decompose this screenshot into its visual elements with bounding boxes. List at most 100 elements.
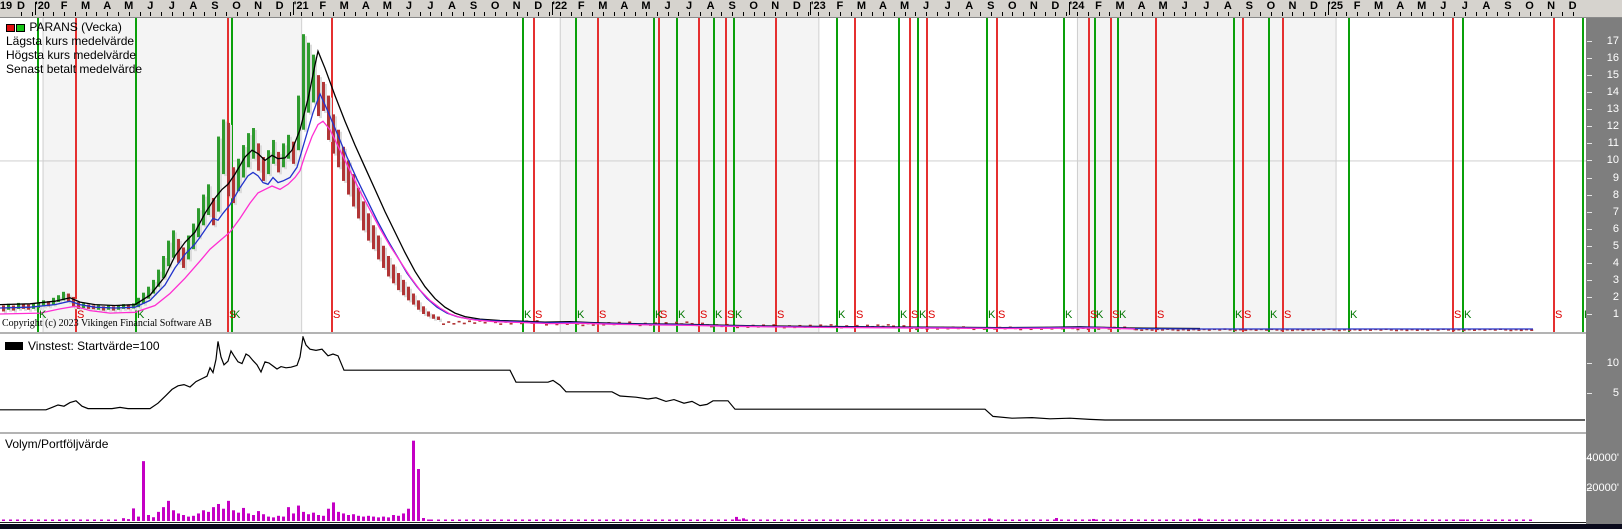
axis-tick (1271, 12, 1272, 16)
sell-signal-label: S (1454, 309, 1461, 321)
axis-month-label: A (189, 0, 197, 12)
sell-signal-label: S (856, 309, 863, 321)
price-bar (277, 152, 280, 172)
axis-month-label: M (124, 0, 133, 12)
volume-bar (257, 511, 260, 521)
price-bar (202, 195, 205, 226)
volume-bar (347, 515, 350, 521)
axis-tick (1587, 314, 1592, 315)
axis-tick (549, 12, 550, 16)
axis-tick (1239, 12, 1240, 16)
price-bar (167, 241, 170, 267)
buy-signal-line (836, 18, 838, 332)
axis-tick (1587, 195, 1592, 196)
volume-bar (372, 517, 375, 521)
volume-bar (242, 508, 245, 521)
volume-bar (162, 507, 165, 521)
axis-month-label: J (169, 0, 175, 12)
axis-tick (172, 12, 173, 16)
price-bar (257, 143, 260, 170)
axis-tick (635, 12, 636, 16)
axis-tick (1587, 297, 1592, 298)
axis-month-label: F (578, 0, 585, 12)
axis-value-label: 2 (1613, 291, 1619, 303)
axis-tick (86, 12, 87, 16)
volume-bar (217, 504, 220, 521)
axis-tick (1587, 263, 1592, 264)
price-bar (367, 213, 370, 240)
sell-signal-label: S (777, 309, 784, 321)
axis-month-label: N (513, 0, 521, 12)
axis-month-label: M (598, 0, 607, 12)
bottom-border-strip (0, 524, 1622, 529)
value-axis-sidebar[interactable]: 171615141312111098765432110540000'20000' (1586, 18, 1622, 524)
axis-tick (1368, 12, 1369, 16)
axis-month-label: O (1525, 0, 1534, 12)
axis-tick (215, 12, 216, 16)
buy-signal-label: K (988, 309, 996, 321)
axis-tick (1325, 12, 1326, 16)
vinstest-swatch-icon (5, 342, 23, 350)
axis-tick (430, 12, 431, 16)
volume-bar (1130, 519, 1133, 521)
volume-panel[interactable]: Volym/Portföljvärde (0, 435, 1586, 524)
axis-tick (323, 12, 324, 16)
chart-window: 19D'20FMAMJJASOND'21FMAMJJASOND'22FMAMJJ… (0, 0, 1622, 529)
volume-bar (152, 517, 155, 521)
buy-signal-line (1268, 18, 1270, 332)
axis-tick (1587, 143, 1592, 144)
buy-signal-line (898, 18, 900, 332)
buy-signal-label: K (1096, 309, 1104, 321)
axis-tick (1587, 212, 1592, 213)
bull-bar-swatch-icon (16, 24, 25, 32)
sell-signal-label: S (535, 309, 542, 321)
volume-bar (352, 514, 355, 521)
axis-tick (668, 12, 669, 16)
price-bar (427, 311, 430, 316)
axis-month-label: J (427, 0, 433, 12)
axis-month-label: O (232, 0, 241, 12)
volume-bar (292, 513, 295, 521)
price-bar (437, 317, 440, 320)
axis-month-label: F (319, 0, 326, 12)
buy-signal-line (1063, 18, 1065, 332)
axis-month-label: J (406, 0, 412, 12)
sell-signal-line (1242, 18, 1244, 332)
axis-tick (1120, 12, 1121, 16)
axis-month-label: A (965, 0, 973, 12)
axis-value-label: 4 (1613, 257, 1619, 269)
axis-tick (1185, 12, 1186, 16)
volume-bar (1055, 518, 1058, 521)
axis-tick (1551, 12, 1552, 16)
axis-tick (129, 12, 130, 16)
buy-signal-label: K (900, 309, 908, 321)
axis-month-label: F (61, 0, 68, 12)
axis-tick (118, 12, 119, 16)
price-chart-panel[interactable]: KSKSKSKSKSKSKSKSKSKSKSKSKSKSKSKSKSKSKSKS… (0, 18, 1586, 332)
price-bar (297, 96, 300, 151)
axis-tick (226, 12, 227, 16)
axis-tick (107, 12, 108, 16)
axis-month-label: S (1504, 0, 1511, 12)
volume-bar (277, 516, 280, 521)
time-axis[interactable]: 19D'20FMAMJJASOND'21FMAMJJASOND'22FMAMJJ… (0, 0, 1622, 18)
axis-month-label: S (1246, 0, 1253, 12)
axis-tick (1454, 12, 1455, 16)
volume-bar (287, 507, 290, 521)
axis-month-label: N (1288, 0, 1296, 12)
axis-tick (1497, 12, 1498, 16)
volume-bar (222, 509, 225, 521)
price-bar (217, 137, 220, 212)
axis-month-label: O (749, 0, 758, 12)
axis-tick (312, 12, 313, 16)
sell-signal-line (926, 18, 928, 332)
price-bar (357, 188, 360, 219)
axis-tick (280, 12, 281, 16)
axis-month-label: D (17, 0, 25, 12)
vinstest-panel[interactable]: Vinstest: Startvärde=100 (0, 336, 1586, 432)
axis-tick (1587, 92, 1592, 93)
axis-year-separator (1328, 2, 1329, 15)
buy-signal-label: K (678, 309, 686, 321)
axis-value-label: 12 (1607, 120, 1619, 132)
vinstest-line (0, 337, 1585, 420)
